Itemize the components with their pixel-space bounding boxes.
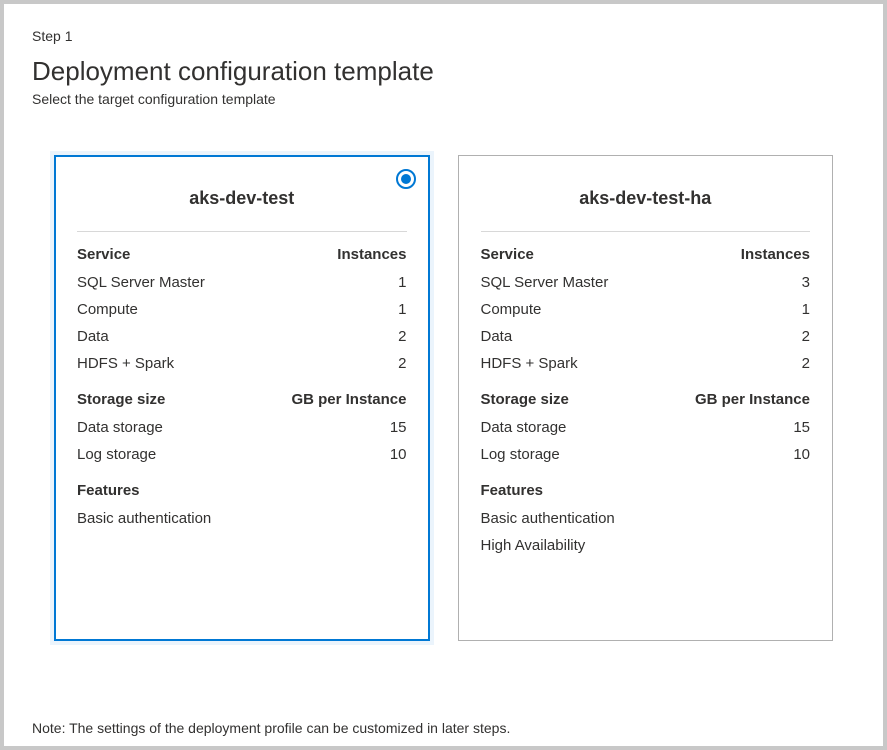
feature-row: High Availability: [481, 532, 811, 559]
wizard-step-panel: Step 1 Deployment configuration template…: [0, 0, 887, 750]
radio-selected-icon: [396, 169, 416, 189]
storage-value: 15: [390, 414, 407, 441]
features-col: Features: [77, 482, 140, 499]
service-label: Data: [481, 323, 513, 350]
storage-label: Log storage: [481, 441, 560, 468]
service-value: 2: [802, 323, 810, 350]
instances-col: Instances: [741, 246, 810, 263]
service-value: 2: [802, 350, 810, 377]
card-divider: [77, 231, 407, 232]
feature-row: Basic authentication: [481, 505, 811, 532]
template-card-aks-dev-test-ha[interactable]: aks-dev-test-ha Service Instances SQL Se…: [458, 155, 834, 641]
template-card-aks-dev-test[interactable]: aks-dev-test Service Instances SQL Serve…: [54, 155, 430, 641]
service-label: HDFS + Spark: [481, 350, 578, 377]
card-title: aks-dev-test-ha: [481, 188, 811, 209]
features-header: Features: [481, 482, 811, 499]
service-value: 1: [398, 269, 406, 296]
service-value: 1: [802, 296, 810, 323]
feature-label: High Availability: [481, 532, 586, 559]
service-row: Compute 1: [481, 296, 811, 323]
storage-value: 15: [793, 414, 810, 441]
service-label: Compute: [77, 296, 138, 323]
service-row: Data 2: [77, 323, 407, 350]
services-header: Service Instances: [77, 246, 407, 263]
service-col: Service: [481, 246, 534, 263]
storage-row: Log storage 10: [481, 441, 811, 468]
service-label: SQL Server Master: [77, 269, 205, 296]
service-row: Compute 1: [77, 296, 407, 323]
service-row: HDFS + Spark 2: [77, 350, 407, 377]
footer-note: Note: The settings of the deployment pro…: [32, 720, 855, 738]
storage-row: Data storage 15: [77, 414, 407, 441]
gb-col: GB per Instance: [291, 391, 406, 408]
storage-label: Data storage: [481, 414, 567, 441]
instances-col: Instances: [337, 246, 406, 263]
service-label: Data: [77, 323, 109, 350]
service-value: 3: [802, 269, 810, 296]
feature-label: Basic authentication: [481, 505, 615, 532]
service-row: SQL Server Master 1: [77, 269, 407, 296]
storage-header: Storage size GB per Instance: [481, 391, 811, 408]
storage-label: Data storage: [77, 414, 163, 441]
card-title: aks-dev-test: [77, 188, 407, 209]
gb-col: GB per Instance: [695, 391, 810, 408]
storage-row: Data storage 15: [481, 414, 811, 441]
page-subtitle: Select the target configuration template: [32, 91, 855, 107]
feature-row: Basic authentication: [77, 505, 407, 532]
service-row: SQL Server Master 3: [481, 269, 811, 296]
service-row: Data 2: [481, 323, 811, 350]
template-cards: aks-dev-test Service Instances SQL Serve…: [32, 155, 855, 712]
features-col: Features: [481, 482, 544, 499]
storage-col: Storage size: [481, 391, 569, 408]
storage-value: 10: [793, 441, 810, 468]
step-label: Step 1: [32, 28, 855, 44]
storage-label: Log storage: [77, 441, 156, 468]
feature-label: Basic authentication: [77, 505, 211, 532]
storage-header: Storage size GB per Instance: [77, 391, 407, 408]
page-title: Deployment configuration template: [32, 56, 855, 87]
card-divider: [481, 231, 811, 232]
service-col: Service: [77, 246, 130, 263]
features-header: Features: [77, 482, 407, 499]
service-row: HDFS + Spark 2: [481, 350, 811, 377]
services-header: Service Instances: [481, 246, 811, 263]
service-label: HDFS + Spark: [77, 350, 174, 377]
service-label: Compute: [481, 296, 542, 323]
service-label: SQL Server Master: [481, 269, 609, 296]
storage-row: Log storage 10: [77, 441, 407, 468]
service-value: 2: [398, 350, 406, 377]
storage-value: 10: [390, 441, 407, 468]
service-value: 2: [398, 323, 406, 350]
service-value: 1: [398, 296, 406, 323]
storage-col: Storage size: [77, 391, 165, 408]
